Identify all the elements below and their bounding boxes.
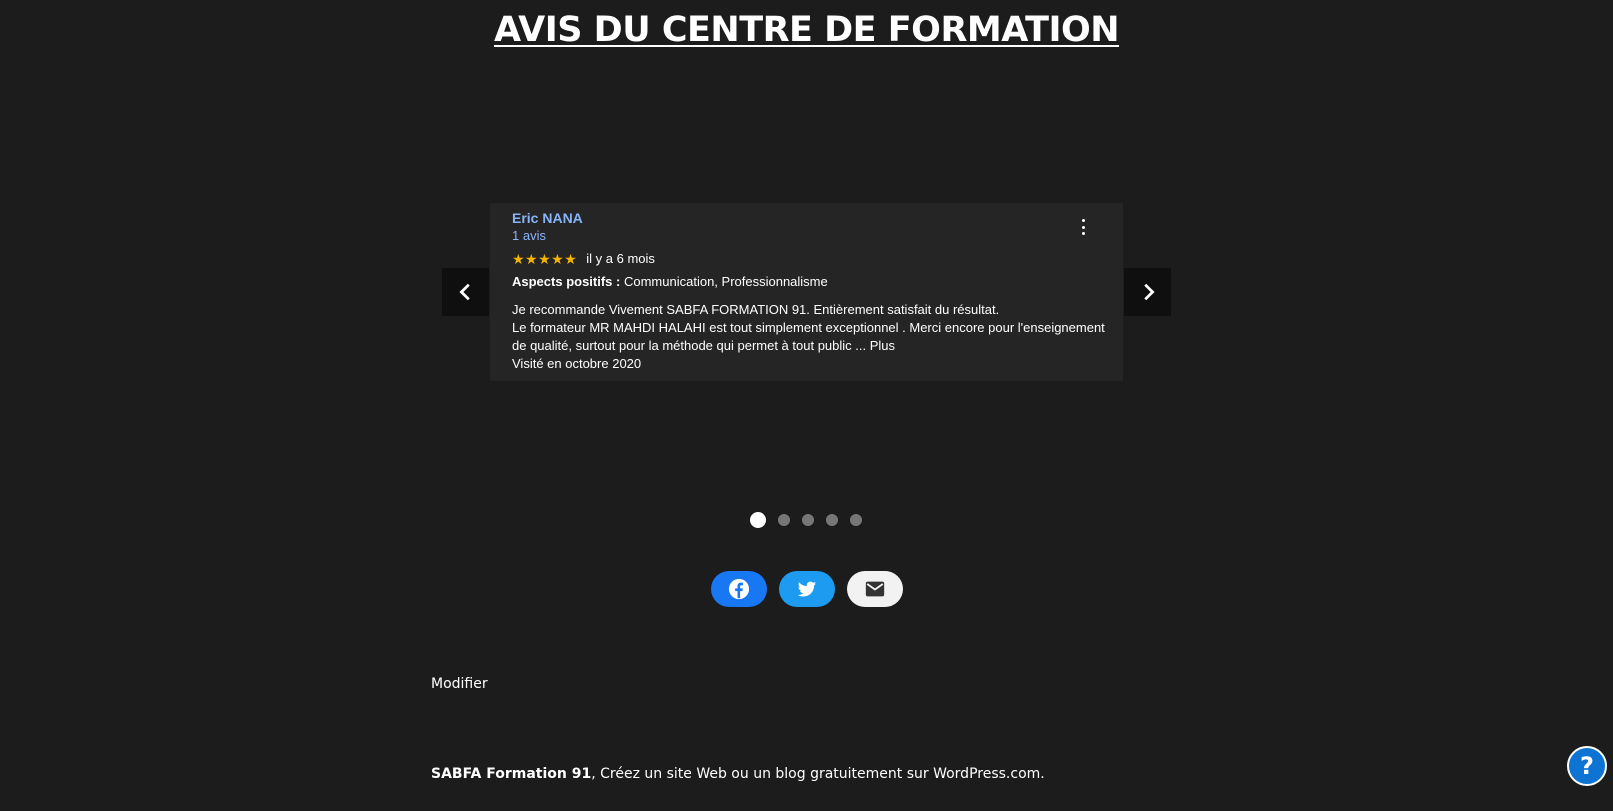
review-date: il y a 6 mois [586,251,655,266]
positive-aspects: Aspects positifs : Communication, Profes… [512,274,1111,290]
footer-wordpress-link[interactable]: Créez un site Web ou un blog gratuitemen… [600,766,1045,782]
review-card: Eric NANA 1 avis ★★★★★ il y a 6 mois Asp… [490,203,1123,381]
review-text: Je recommande Vivement SABFA FORMATION 9… [512,301,1111,355]
footer-separator: , [591,766,601,782]
carousel-dot-3[interactable] [802,514,814,526]
positive-aspects-value: Communication, Professionnalisme [623,274,828,289]
reviewer-name[interactable]: Eric NANA [512,210,1111,227]
review-text-line: Le formateur MR MAHDI HALAHI est tout si… [512,320,1105,335]
review-text-line: Je recommande Vivement SABFA FORMATION 9… [512,302,1000,317]
share-twitter-button[interactable] [779,571,835,607]
reviewer-review-count[interactable]: 1 avis [512,227,1111,244]
page-title: AVIS DU CENTRE DE FORMATION [493,10,1120,50]
carousel-pagination [750,512,862,528]
carousel-dot-4[interactable] [826,514,838,526]
footer-site-name[interactable]: SABFA Formation 91 [431,766,591,782]
share-email-button[interactable] [847,571,903,607]
positive-aspects-label: Aspects positifs : [512,274,621,289]
rating-row: ★★★★★ il y a 6 mois [512,251,1111,267]
review-text-line: de qualité, surtout pour la méthode qui … [512,337,1111,355]
help-button[interactable]: ? [1567,746,1607,786]
visit-date: Visité en octobre 2020 [512,356,642,371]
facebook-icon [728,578,750,600]
site-footer: SABFA Formation 91, Créez un site Web ou… [431,766,1045,782]
share-buttons [711,571,903,607]
chevron-right-icon [1143,283,1155,301]
carousel-dot-2[interactable] [778,514,790,526]
carousel-dot-1[interactable] [750,512,766,528]
chevron-left-icon [458,283,470,301]
star-rating: ★★★★★ [512,251,578,267]
edit-link[interactable]: Modifier [431,676,488,692]
carousel-next-button[interactable] [1124,268,1171,316]
review-more-link[interactable]: Plus [870,338,895,353]
email-icon [865,581,885,597]
carousel-dot-5[interactable] [850,514,862,526]
twitter-icon [797,581,817,597]
carousel-prev-button[interactable] [442,268,489,316]
more-options-icon[interactable] [1076,217,1090,237]
review-text-excerpt: de qualité, surtout pour la méthode qui … [512,338,867,353]
share-facebook-button[interactable] [711,571,767,607]
